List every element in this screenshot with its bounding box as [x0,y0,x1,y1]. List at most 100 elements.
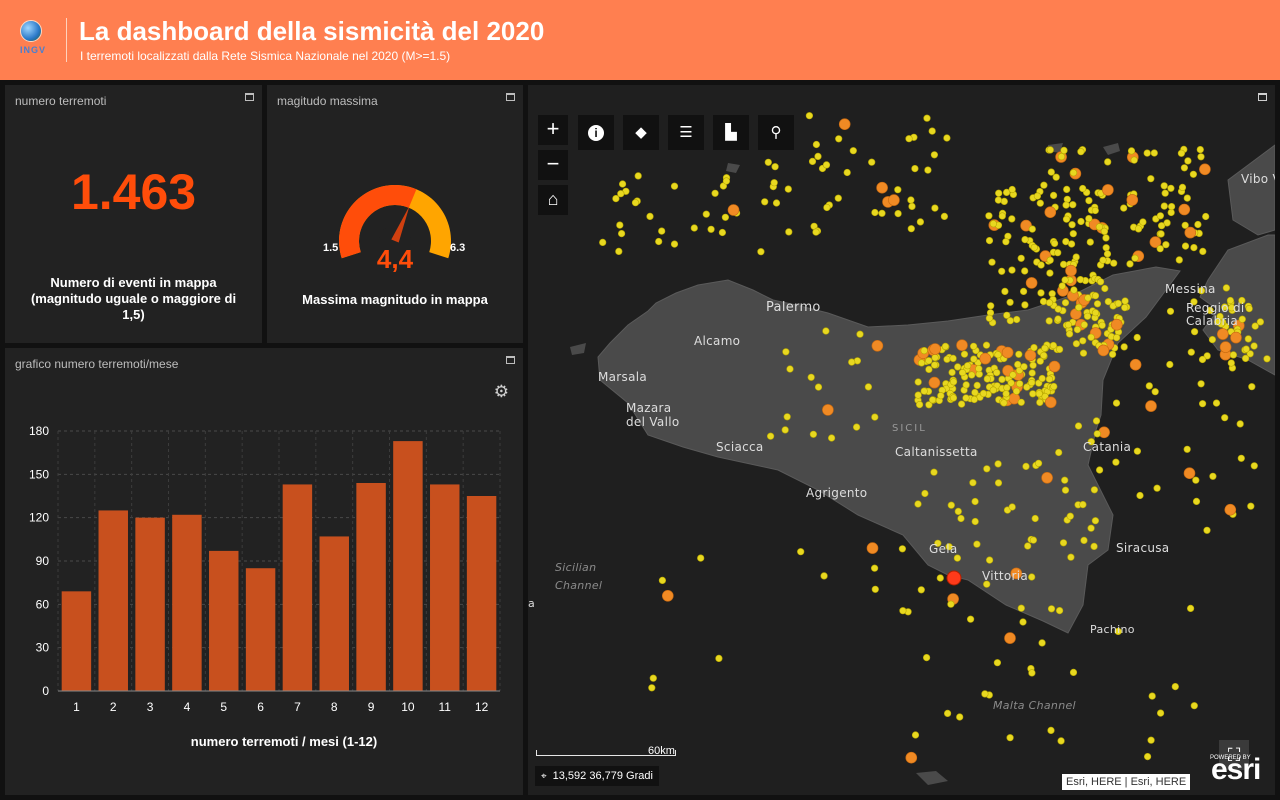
page-subtitle: I terremoti localizzati dalla Rete Sismi… [80,49,451,63]
bar[interactable] [209,550,239,691]
x-tick-label: 8 [331,700,338,714]
earthquake-point [1184,157,1192,165]
earthquake-point [970,395,978,404]
earthquake-point [1079,184,1087,193]
print-button[interactable]: ▙ [713,115,749,150]
zoom-out-button[interactable]: − [538,150,568,180]
seismicity-map[interactable]: Palermo Alcamo Marsala Mazaradel Vallo Sciac… [528,85,1275,795]
legend-button[interactable]: ☰ [668,115,704,150]
basemap-button[interactable]: ◆ [623,115,659,150]
earthquake-point [1186,604,1195,613]
earthquake-point [962,381,970,389]
earthquake-point [1008,266,1016,274]
earthquake-point [1171,682,1179,691]
earthquake-point [1035,390,1043,398]
earthquake-point [1242,345,1250,353]
earthquake-point [1046,269,1054,277]
zoom-in-button[interactable]: + [538,115,568,145]
earthquake-point [1004,632,1016,644]
earthquake-point [1045,317,1053,325]
earthquake-point [960,350,969,358]
earthquake-point [1156,709,1165,717]
earthquake-point [707,225,715,233]
earthquake-point [1074,422,1083,430]
earthquake-point [1120,343,1128,351]
earthquake-point [1230,331,1242,344]
count-description: Numero di eventi in mappa (magnitudo ugu… [30,275,237,322]
earthquake-point [784,185,792,193]
bar[interactable] [135,517,165,691]
bar[interactable] [393,441,423,691]
earthquake-point [899,607,907,615]
earthquake-point [1112,334,1121,342]
earthquake-point [805,112,814,120]
earthquake-point [1236,420,1244,428]
dashboard-header: INGV La dashboard della sismicità del 20… [0,0,1280,80]
earthquake-point [971,497,979,506]
earthquake-point [764,158,772,166]
earthquake-point [1114,299,1122,308]
earthquake-point [1006,298,1014,306]
bar[interactable] [282,484,313,691]
earthquake-point [905,135,913,143]
home-button[interactable]: ⌂ [538,185,568,215]
earthquake-point [658,576,666,585]
earthquake-point [1063,185,1071,193]
earthquake-point [697,554,705,562]
bar[interactable] [356,483,386,691]
earthquake-point [1110,318,1123,331]
earthquake-point [1145,400,1157,412]
bar[interactable] [98,510,128,691]
map-label-mazara2: del Vallo [626,415,680,429]
earthquake-point [930,468,938,476]
earthquake-point [950,378,958,386]
earthquake-point [989,220,998,228]
map-label-sciacca: Sciacca [716,440,764,454]
earthquake-point [1008,185,1016,194]
earthquake-point [937,392,945,400]
earthquake-point [1019,618,1027,626]
earthquake-point [1024,542,1032,550]
earthquake-point [1041,344,1049,352]
bar[interactable] [61,591,92,691]
earthquake-point [1006,317,1014,325]
earthquake-point [1167,208,1175,217]
earthquake-point [1062,201,1070,209]
share-button[interactable]: ⚲ [758,115,794,150]
earthquake-point [1250,462,1258,470]
maximize-icon[interactable] [1258,93,1267,101]
earthquake-point [1035,459,1043,467]
earthquake-point [920,387,928,395]
map-panel[interactable]: Palermo Alcamo Marsala Mazara del Vallo Sciac… [528,85,1275,795]
earthquake-point [782,348,790,356]
earthquake-point [1183,467,1196,480]
earthquake-point [1075,303,1083,311]
bar[interactable] [319,536,349,691]
coordinate-readout[interactable]: ⌖ 13,592 36,779 Gradi [535,766,659,786]
x-tick-label: 2 [110,700,117,714]
map-attribution[interactable]: Esri, HERE | Esri, HERE [1062,774,1191,790]
earthquake-point [1057,737,1065,745]
earthquake-point [822,161,831,169]
earthquake-point [1017,254,1025,262]
earthquake-point [979,352,992,365]
earthquake-point [985,212,993,220]
earthquake-point [1009,371,1017,379]
earthquake-point [943,355,951,363]
y-tick-label: 30 [36,641,50,655]
earthquake-count: 1.463 [70,164,197,220]
earthquake-point [786,365,794,373]
esri-logo[interactable]: esri [1211,753,1261,787]
earthquake-point [711,189,719,197]
earthquake-point [1016,380,1024,388]
bar[interactable] [430,484,460,691]
bar[interactable] [466,496,497,691]
earthquake-point [970,355,978,363]
bar[interactable] [245,568,276,691]
y-tick-label: 90 [36,554,50,568]
info-button[interactable]: i [578,115,614,150]
bar[interactable] [172,514,202,691]
earthquake-point [911,164,919,173]
maximize-icon[interactable] [245,93,254,101]
earthquake-point [1061,476,1069,484]
